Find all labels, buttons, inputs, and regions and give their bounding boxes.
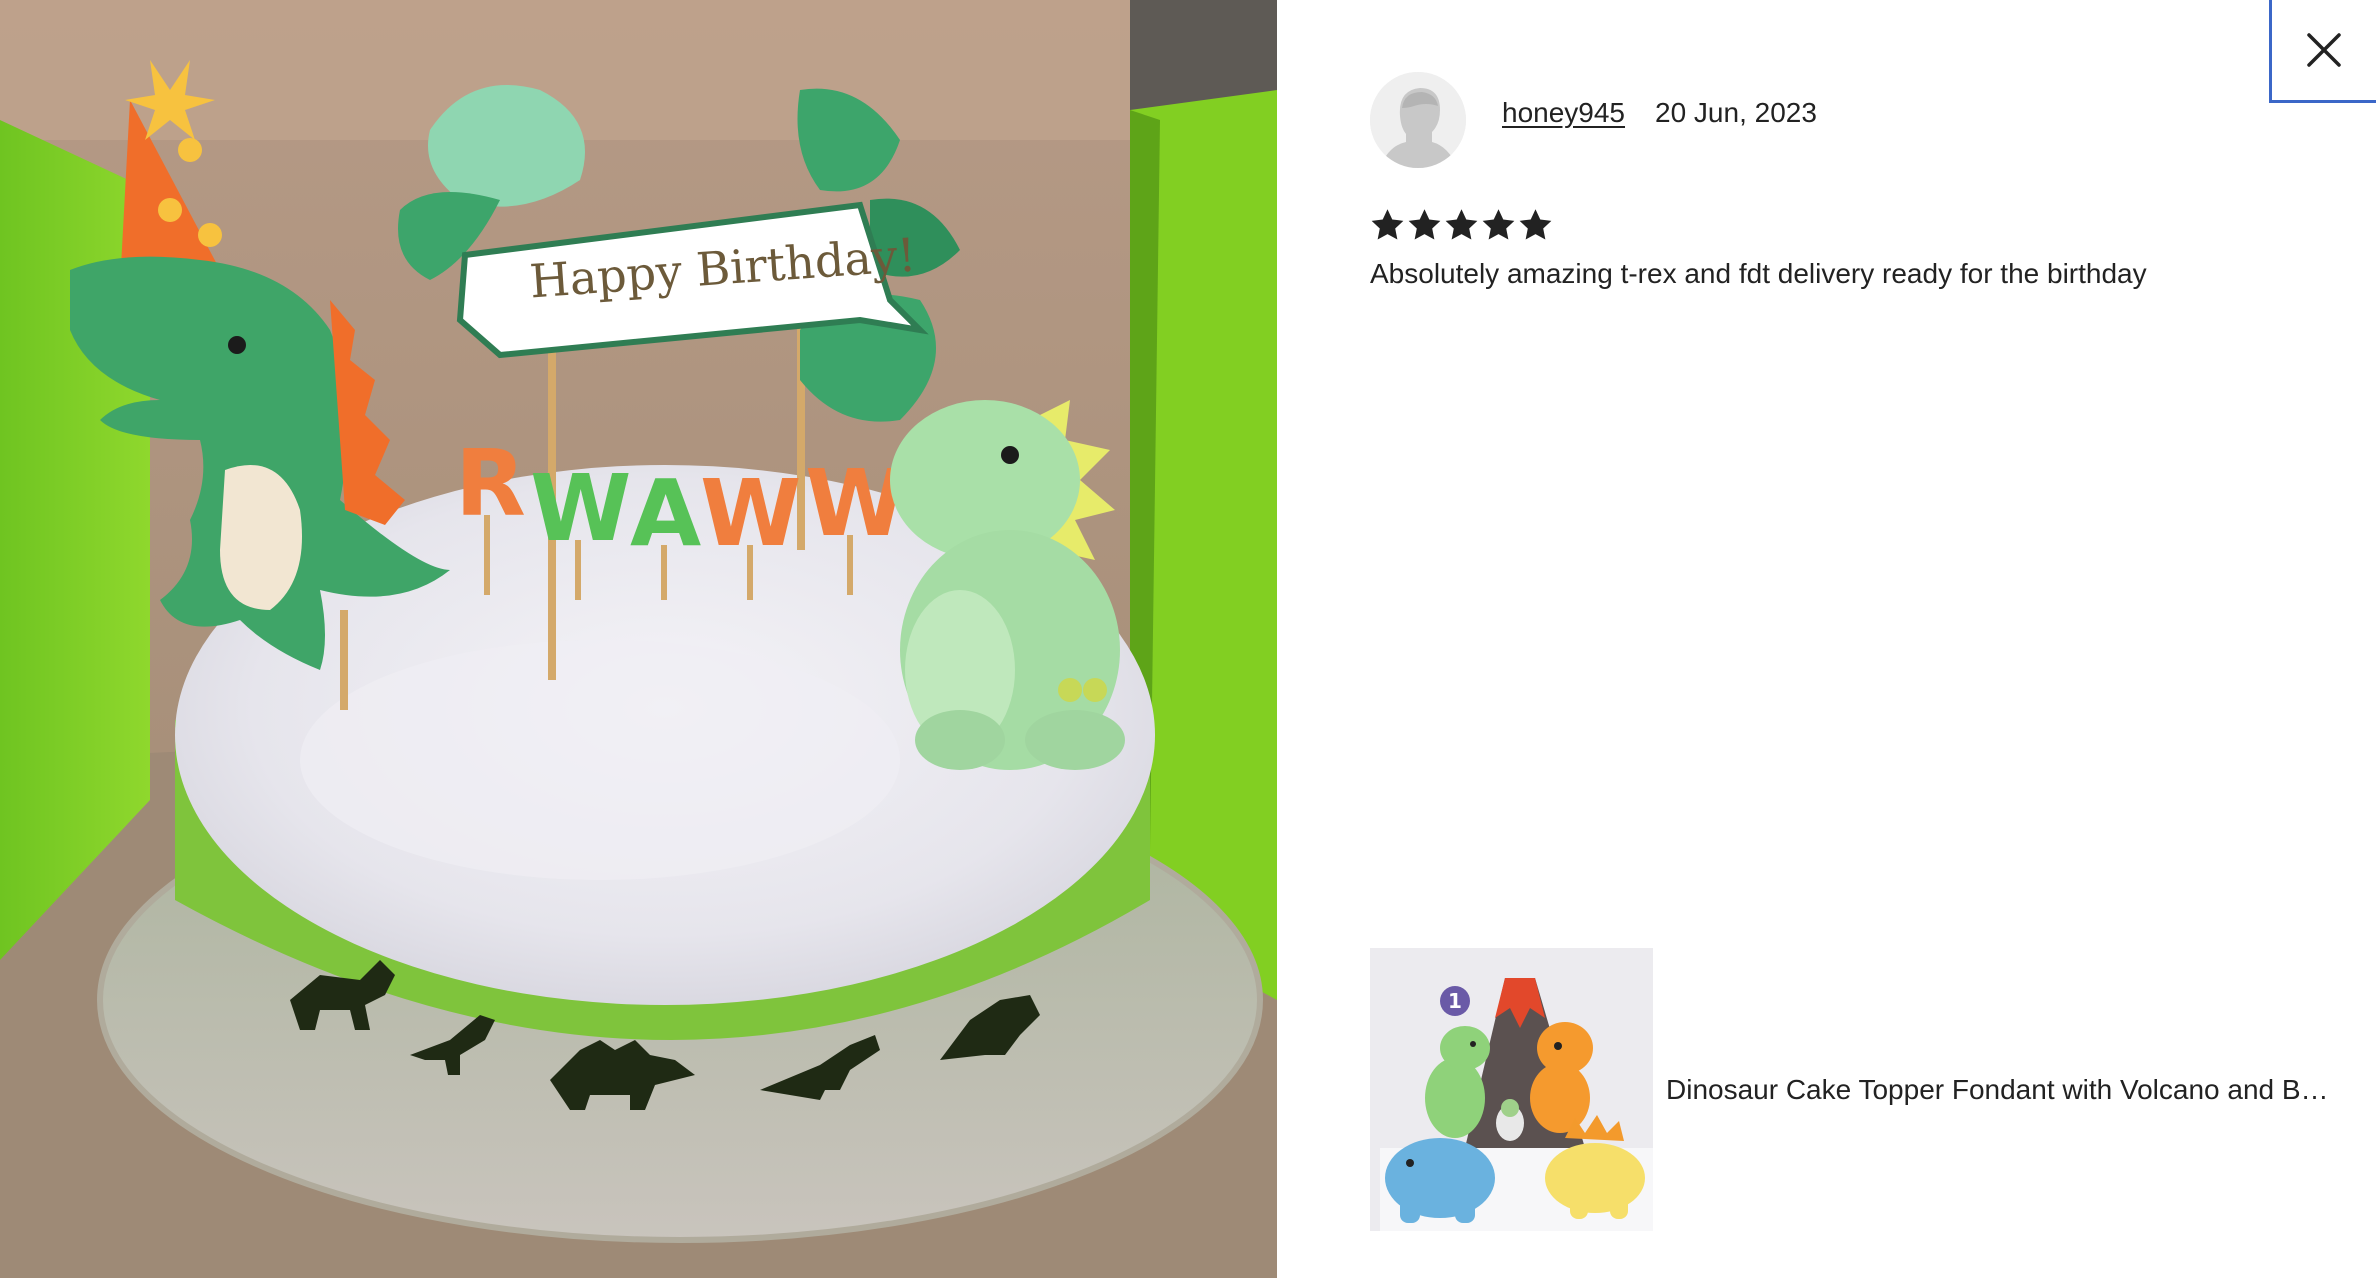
avatar[interactable] [1370,72,1466,168]
star-icon [1519,209,1552,240]
candle-letter: R [455,430,526,537]
star-icon [1371,209,1404,240]
star-icon [1445,209,1478,240]
product-link[interactable]: 1 Dinosaur Cake Topper Fondant with Volc… [1370,948,2360,1231]
review-date: 20 Jun, 2023 [1655,97,1817,128]
star-icon [1482,209,1515,240]
star-rating [1369,206,1554,246]
user-silhouette-icon [1370,72,1466,168]
product-title[interactable]: Dinosaur Cake Topper Fondant with Volcan… [1666,1074,2356,1106]
close-button[interactable] [2269,0,2376,103]
reviewer-name-link[interactable]: honey945 [1502,97,1625,129]
thumb-badge: 1 [1448,989,1462,1013]
product-thumbnail[interactable]: 1 [1370,948,1653,1231]
close-icon [2307,33,2341,67]
candle-letter: W [805,450,906,557]
review-photo: Happy Birthday! R W A W W [0,0,1277,1278]
star-icon [1408,209,1441,240]
review-text: Absolutely amazing t-rex and fdt deliver… [1370,258,2147,289]
